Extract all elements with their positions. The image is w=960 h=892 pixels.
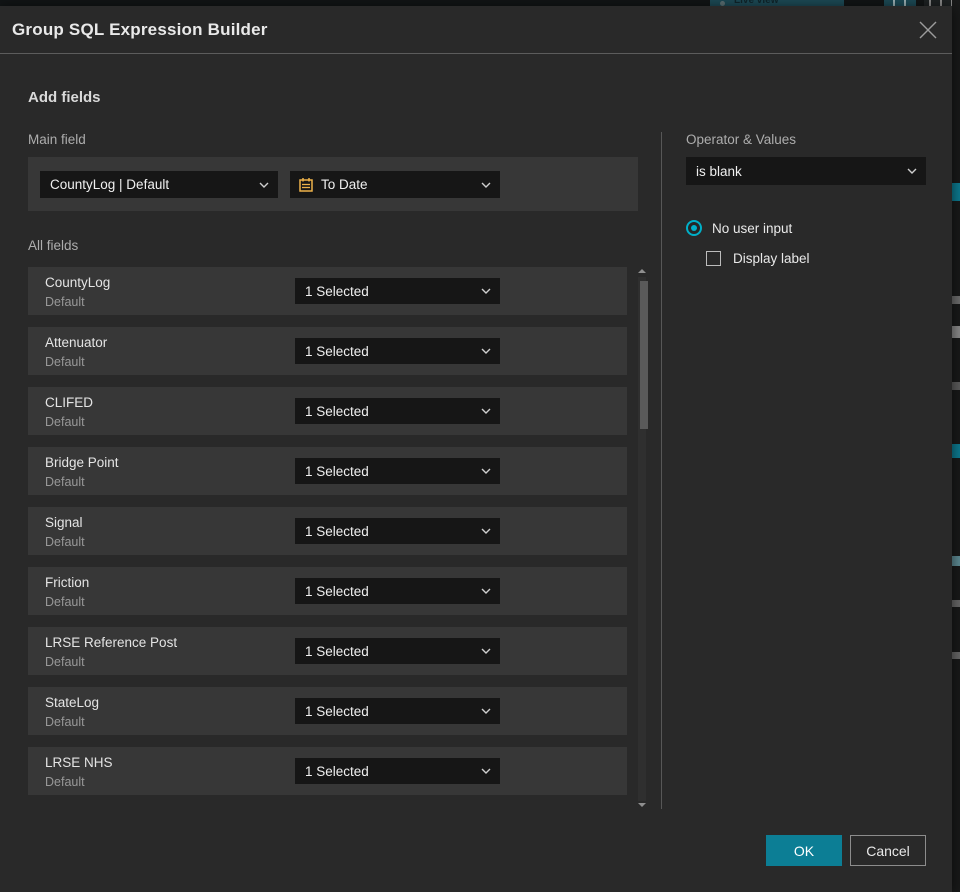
panel-divider	[661, 132, 662, 809]
field-selected-value: 1 Selected	[305, 463, 369, 479]
field-selected-value: 1 Selected	[305, 763, 369, 779]
operator-select[interactable]: is blank	[686, 157, 926, 185]
background-fragment	[952, 382, 960, 390]
field-subtitle: Default	[45, 355, 85, 369]
chevron-down-icon	[481, 408, 491, 414]
field-selected-dropdown[interactable]: 1 Selected	[295, 398, 500, 424]
operator-select-value: is blank	[696, 163, 742, 179]
calendar-icon	[299, 178, 313, 192]
field-row: LRSE NHS Default 1 Selected	[28, 747, 627, 795]
background-fragment	[952, 556, 960, 566]
screen: Live view Group SQL Expression Builder A…	[0, 0, 960, 892]
background-fragment	[952, 326, 960, 338]
chevron-down-icon	[907, 168, 917, 174]
chevron-down-icon	[259, 182, 269, 188]
background-fragment	[952, 600, 960, 607]
all-fields-list: CountyLog Default 1 Selected Attenuator …	[28, 267, 627, 807]
field-subtitle: Default	[45, 295, 85, 309]
field-selected-value: 1 Selected	[305, 523, 369, 539]
field-subtitle: Default	[45, 595, 85, 609]
background-app-sliver	[952, 0, 960, 892]
chevron-down-icon	[481, 348, 491, 354]
cancel-button[interactable]: Cancel	[850, 835, 926, 866]
field-name: LRSE Reference Post	[45, 635, 178, 650]
field-selected-dropdown[interactable]: 1 Selected	[295, 518, 500, 544]
main-field-box: CountyLog | Default To Date	[28, 157, 638, 211]
chevron-down-icon	[481, 588, 491, 594]
dialog-header: Group SQL Expression Builder	[0, 6, 952, 54]
add-fields-heading: Add fields	[28, 89, 101, 106]
field-selected-value: 1 Selected	[305, 643, 369, 659]
field-row: CLIFED Default 1 Selected	[28, 387, 627, 435]
field-name: Signal	[45, 515, 83, 530]
chevron-down-icon	[481, 708, 491, 714]
field-selected-value: 1 Selected	[305, 403, 369, 419]
field-name: StateLog	[45, 695, 100, 710]
close-icon[interactable]	[917, 19, 939, 41]
field-name: Attenuator	[45, 335, 108, 350]
ok-button[interactable]: OK	[766, 835, 842, 866]
main-field-select[interactable]: CountyLog | Default	[40, 171, 278, 198]
field-row: Friction Default 1 Selected	[28, 567, 627, 615]
field-selected-dropdown[interactable]: 1 Selected	[295, 758, 500, 784]
scroll-up-icon[interactable]	[638, 269, 646, 273]
field-row: Signal Default 1 Selected	[28, 507, 627, 555]
operator-values-label: Operator & Values	[686, 132, 797, 147]
field-row: Attenuator Default 1 Selected	[28, 327, 627, 375]
fields-list-scrollbar[interactable]	[636, 267, 648, 809]
chevron-down-icon	[481, 288, 491, 294]
field-selected-value: 1 Selected	[305, 283, 369, 299]
display-label-text: Display label	[733, 251, 810, 266]
chevron-down-icon	[481, 182, 491, 188]
scrollbar-track[interactable]	[638, 277, 648, 801]
field-selected-value: 1 Selected	[305, 343, 369, 359]
all-fields-label: All fields	[28, 238, 79, 253]
main-field-select-value: CountyLog | Default	[50, 177, 170, 192]
background-fragment	[952, 444, 960, 458]
field-selected-dropdown[interactable]: 1 Selected	[295, 338, 500, 364]
chevron-down-icon	[481, 468, 491, 474]
field-name: LRSE NHS	[45, 755, 113, 770]
radio-icon	[686, 220, 702, 236]
no-user-input-radio[interactable]: No user input	[686, 220, 792, 236]
field-selected-value: 1 Selected	[305, 583, 369, 599]
field-subtitle: Default	[45, 655, 85, 669]
field-selected-dropdown[interactable]: 1 Selected	[295, 638, 500, 664]
group-sql-expression-builder-dialog: Group SQL Expression Builder Add fields …	[0, 6, 952, 892]
scroll-down-icon[interactable]	[638, 803, 646, 807]
field-row: StateLog Default 1 Selected	[28, 687, 627, 735]
field-selected-dropdown[interactable]: 1 Selected	[295, 458, 500, 484]
scrollbar-thumb[interactable]	[640, 281, 648, 429]
field-type-select[interactable]: To Date	[290, 171, 500, 198]
field-subtitle: Default	[45, 715, 85, 729]
field-row: Bridge Point Default 1 Selected	[28, 447, 627, 495]
main-field-label: Main field	[28, 132, 86, 147]
background-fragment	[952, 296, 960, 304]
field-selected-dropdown[interactable]: 1 Selected	[295, 578, 500, 604]
field-row: LRSE Reference Post Default 1 Selected	[28, 627, 627, 675]
field-name: Friction	[45, 575, 90, 590]
field-name: CLIFED	[45, 395, 94, 410]
field-row: CountyLog Default 1 Selected	[28, 267, 627, 315]
chevron-down-icon	[481, 768, 491, 774]
field-name: Bridge Point	[45, 455, 119, 470]
display-label-checkbox[interactable]: Display label	[706, 251, 810, 266]
field-selected-dropdown[interactable]: 1 Selected	[295, 698, 500, 724]
field-selected-dropdown[interactable]: 1 Selected	[295, 278, 500, 304]
field-subtitle: Default	[45, 475, 85, 489]
checkbox-icon	[706, 251, 721, 266]
field-subtitle: Default	[45, 535, 85, 549]
field-subtitle: Default	[45, 775, 85, 789]
field-name: CountyLog	[45, 275, 111, 290]
chevron-down-icon	[481, 528, 491, 534]
field-selected-value: 1 Selected	[305, 703, 369, 719]
chevron-down-icon	[481, 648, 491, 654]
no-user-input-label: No user input	[712, 220, 793, 236]
dialog-title: Group SQL Expression Builder	[12, 20, 268, 39]
field-type-select-value: To Date	[321, 177, 368, 192]
background-fragment	[952, 183, 960, 201]
background-fragment	[952, 652, 960, 659]
field-subtitle: Default	[45, 415, 85, 429]
